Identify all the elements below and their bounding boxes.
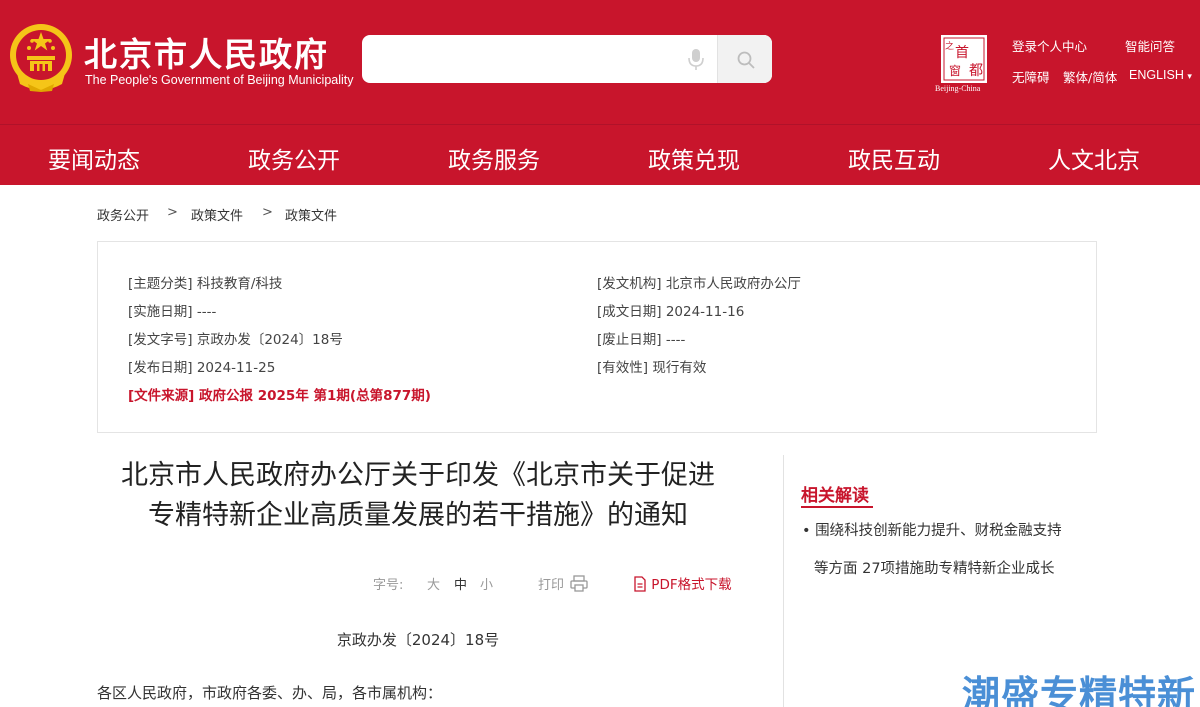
document-title-line-2: 专精特新企业高质量发展的若干措施》的通知 xyxy=(148,500,688,531)
capital-char-3: 之 xyxy=(945,40,954,52)
document-number: 京政办发〔2024〕18号 xyxy=(336,631,500,649)
watermark-text: 潮盛专精特新 xyxy=(962,673,1197,707)
sidebar-divider xyxy=(783,455,784,707)
pdf-download-label: PDF格式下载 xyxy=(651,577,732,593)
english-link[interactable]: ENGLISH ▾ xyxy=(1129,68,1192,82)
pdf-download-link[interactable]: PDF格式下载 xyxy=(633,573,732,593)
main-nav: 要闻动态 政务公开 政务服务 政策兑现 政民互动 人文北京 xyxy=(0,124,1200,185)
breadcrumb-item-policy-docs[interactable]: 政策文件 xyxy=(285,205,337,224)
font-size-large-button[interactable]: 大 xyxy=(427,574,440,593)
printer-icon xyxy=(570,575,588,592)
nav-item-interaction[interactable]: 政民互动 xyxy=(848,141,940,175)
pdf-file-icon xyxy=(634,576,646,592)
print-button[interactable]: 打印 xyxy=(538,574,588,593)
related-reading-underline xyxy=(801,506,873,508)
info-validity: [有效性] 现行有效 xyxy=(597,360,707,376)
site-header: 北京市人民政府 The People's Government of Beiji… xyxy=(0,0,1200,124)
document-title-line-1: 北京市人民政府办公厅关于印发《北京市关于促进 xyxy=(121,460,715,491)
breadcrumb-separator: > xyxy=(262,205,273,220)
font-size-medium-button[interactable]: 中 xyxy=(454,574,467,593)
print-label: 打印 xyxy=(538,578,565,593)
font-size-label: 字号: xyxy=(373,578,404,593)
info-doc-number: [发文字号] 京政办发〔2024〕18号 xyxy=(128,332,343,348)
nav-item-policy[interactable]: 政策兑现 xyxy=(648,141,740,175)
info-publish-date: [发布日期] 2024-11-25 xyxy=(128,360,276,376)
site-title[interactable]: 北京市人民政府 xyxy=(84,28,329,76)
search-icon xyxy=(737,51,755,69)
related-reading-link-line-1: 围绕科技创新能力提升、财税金融支持 xyxy=(815,523,1062,539)
nav-item-culture[interactable]: 人文北京 xyxy=(1048,141,1140,175)
smart-qa-link[interactable]: 智能问答 xyxy=(1125,36,1175,55)
related-reading-title: 相关解读 xyxy=(801,486,869,506)
related-reading-link-line-2[interactable]: 等方面 27项措施助专精特新企业成长 xyxy=(814,557,1055,578)
breadcrumb-separator: > xyxy=(167,205,178,220)
nav-item-services[interactable]: 政务服务 xyxy=(448,141,540,175)
search-box xyxy=(362,35,772,83)
info-written-date: [成文日期] 2024-11-16 xyxy=(597,304,745,320)
national-emblem-icon[interactable] xyxy=(8,22,74,92)
document-addressee: 各区人民政府，市政府各委、办、局，各市属机构： xyxy=(97,684,443,702)
search-input[interactable] xyxy=(362,35,672,83)
site-subtitle: The People's Government of Beijing Munic… xyxy=(85,73,354,87)
bullet-icon: • xyxy=(802,523,811,539)
capital-char-4: 窗 xyxy=(949,64,961,78)
font-size-small-button[interactable]: 小 xyxy=(480,574,493,593)
breadcrumb-item-gov-affairs[interactable]: 政务公开 xyxy=(97,205,149,224)
info-issuer: [发文机构] 北京市人民政府办公厅 xyxy=(597,276,801,292)
capital-logo-caption: Beijing-China xyxy=(935,84,981,93)
related-reading-link[interactable]: • 围绕科技创新能力提升、财税金融支持 xyxy=(802,519,1062,540)
capital-char-2: 都 xyxy=(969,63,983,79)
info-source-link[interactable]: [文件来源] 政府公报 2025年 第1期(总第877期) xyxy=(128,384,431,404)
chevron-down-icon: ▾ xyxy=(1187,71,1192,81)
microphone-icon[interactable] xyxy=(686,47,706,71)
nav-item-news[interactable]: 要闻动态 xyxy=(48,141,140,175)
breadcrumb-item-policy-files[interactable]: 政策文件 xyxy=(191,205,243,224)
search-button[interactable] xyxy=(717,35,772,83)
traditional-simplified-link[interactable]: 繁体/简体 xyxy=(1063,67,1117,86)
capital-char-1: 首 xyxy=(955,45,969,61)
info-topic: [主题分类] 科技教育/科技 xyxy=(128,276,283,292)
english-label: ENGLISH xyxy=(1129,68,1184,82)
accessibility-link[interactable]: 无障碍 xyxy=(1012,67,1050,86)
document-title: 北京市人民政府办公厅关于印发《北京市关于促进 专精特新企业高质量发展的若干措施》… xyxy=(98,456,738,536)
login-link[interactable]: 登录个人中心 xyxy=(1012,36,1087,55)
info-repeal-date: [废止日期] ---- xyxy=(597,332,686,348)
nav-item-gov-affairs[interactable]: 政务公开 xyxy=(248,141,340,175)
info-effective-date: [实施日期] ---- xyxy=(128,304,217,320)
